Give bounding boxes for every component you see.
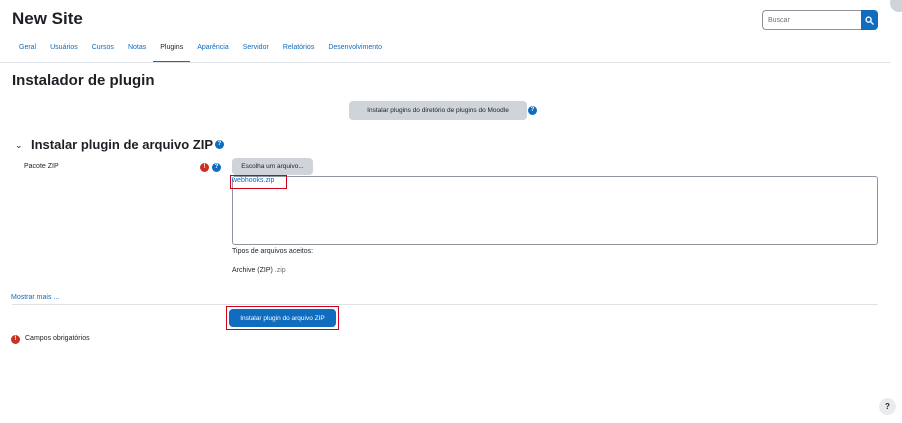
show-more-link[interactable]: Mostrar mais ...	[11, 294, 59, 301]
accepted-type-name: Archive (ZIP)	[232, 267, 273, 274]
help-icon[interactable]: ?	[212, 163, 221, 172]
secondary-navigation: Geral Usuários Cursos Notas Plugins Apar…	[12, 40, 389, 63]
site-title[interactable]: New Site	[12, 9, 83, 29]
section-title[interactable]: Instalar plugin de arquivo ZIP	[31, 137, 213, 152]
install-from-directory-button[interactable]: Instalar plugins do diretório de plugins…	[349, 101, 527, 120]
tab-geral[interactable]: Geral	[12, 40, 43, 63]
search-button[interactable]	[861, 10, 878, 30]
accepted-type-item: Archive (ZIP) .zip	[232, 267, 286, 274]
tab-aparencia[interactable]: Aparência	[190, 40, 236, 63]
accepted-type-extension: .zip	[274, 267, 286, 274]
help-icon[interactable]: ?	[215, 140, 224, 149]
file-drop-area[interactable]	[232, 176, 878, 245]
tab-desenvolvimento[interactable]: Desenvolvimento	[321, 40, 389, 63]
tab-relatorios[interactable]: Relatórios	[276, 40, 322, 63]
search-input[interactable]	[762, 10, 861, 30]
tab-notas[interactable]: Notas	[121, 40, 153, 63]
choose-file-button[interactable]: Escolha um arquivo...	[232, 158, 313, 175]
submit-highlight-box	[226, 306, 339, 330]
nav-divider	[0, 62, 890, 63]
search-icon	[865, 15, 874, 25]
tab-cursos[interactable]: Cursos	[85, 40, 121, 63]
required-icon: !	[11, 335, 20, 344]
form-divider	[12, 304, 878, 305]
help-icon[interactable]: ?	[528, 106, 537, 115]
tab-usuarios[interactable]: Usuários	[43, 40, 85, 63]
user-menu-avatar[interactable]	[890, 0, 902, 12]
search-form	[762, 10, 878, 30]
tab-plugins[interactable]: Plugins	[153, 40, 191, 63]
required-fields-note: Campos obrigatórios	[25, 335, 90, 342]
tab-servidor[interactable]: Servidor	[236, 40, 276, 63]
chevron-down-icon[interactable]: ⌄	[15, 140, 23, 151]
zip-package-label: Pacote ZIP	[24, 163, 59, 170]
required-icon: !	[200, 163, 209, 172]
file-highlight-box	[230, 175, 287, 189]
footer-help-button[interactable]: ?	[879, 398, 896, 415]
page-title: Instalador de plugin	[12, 72, 155, 89]
accepted-types-label: Tipos de arquivos aceitos:	[232, 248, 314, 255]
